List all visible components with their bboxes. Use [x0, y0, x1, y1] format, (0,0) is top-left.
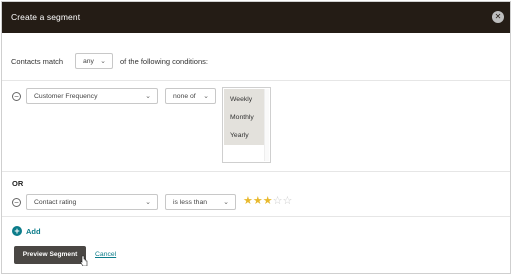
condition-operator-select[interactable]: none of ⌄	[165, 88, 216, 104]
add-condition-link[interactable]: Add	[26, 227, 41, 236]
hand-cursor-icon	[80, 255, 88, 266]
condition-field-select[interactable]: Contact rating ⌄	[26, 194, 158, 210]
divider	[2, 216, 510, 217]
match-suffix-label: of the following conditions:	[120, 57, 208, 66]
star-filled-icon[interactable]: ★	[243, 195, 253, 207]
preview-segment-button[interactable]: Preview Segment	[14, 246, 86, 264]
remove-condition-icon[interactable]: −	[12, 198, 21, 207]
or-connector-label: OR	[12, 179, 24, 188]
star-empty-icon[interactable]: ☆	[283, 195, 293, 207]
condition-operator-value: is less than	[173, 199, 208, 206]
listbox-scrollbar[interactable]	[264, 89, 269, 161]
condition-field-value: Contact rating	[34, 199, 77, 206]
rating-stars[interactable]: ★★★☆☆	[243, 195, 292, 207]
chevron-down-icon: ⌄	[145, 93, 151, 100]
close-icon[interactable]: ✕	[492, 11, 504, 23]
chevron-down-icon: ⌄	[203, 93, 209, 100]
divider	[2, 80, 510, 81]
condition-operator-select[interactable]: is less than ⌄	[165, 194, 236, 210]
match-prefix-label: Contacts match	[11, 57, 64, 66]
chevron-down-icon: ⌄	[100, 58, 106, 65]
divider	[2, 171, 510, 172]
chevron-down-icon: ⌄	[223, 199, 229, 206]
cancel-link[interactable]: Cancel	[95, 251, 116, 258]
frequency-options-listbox[interactable]: Weekly Monthly Yearly	[222, 87, 271, 163]
create-segment-modal: Create a segment ✕ Contacts match any ⌄ …	[1, 1, 511, 274]
remove-condition-icon[interactable]: −	[12, 92, 21, 101]
option-monthly[interactable]: Monthly	[230, 114, 254, 121]
option-yearly[interactable]: Yearly	[230, 132, 249, 139]
condition-field-select[interactable]: Customer Frequency ⌄	[26, 88, 158, 104]
add-icon[interactable]: +	[12, 226, 22, 236]
modal-header: Create a segment ✕	[2, 2, 510, 33]
condition-operator-value: none of	[173, 93, 196, 100]
match-select[interactable]: any ⌄	[75, 53, 113, 69]
star-filled-icon[interactable]: ★	[263, 195, 273, 207]
match-select-value: any	[83, 58, 94, 65]
chevron-down-icon: ⌄	[145, 199, 151, 206]
condition-field-value: Customer Frequency	[34, 93, 98, 100]
option-weekly[interactable]: Weekly	[230, 96, 252, 103]
star-filled-icon[interactable]: ★	[253, 195, 263, 207]
modal-title: Create a segment	[11, 12, 81, 22]
star-empty-icon[interactable]: ☆	[273, 195, 283, 207]
